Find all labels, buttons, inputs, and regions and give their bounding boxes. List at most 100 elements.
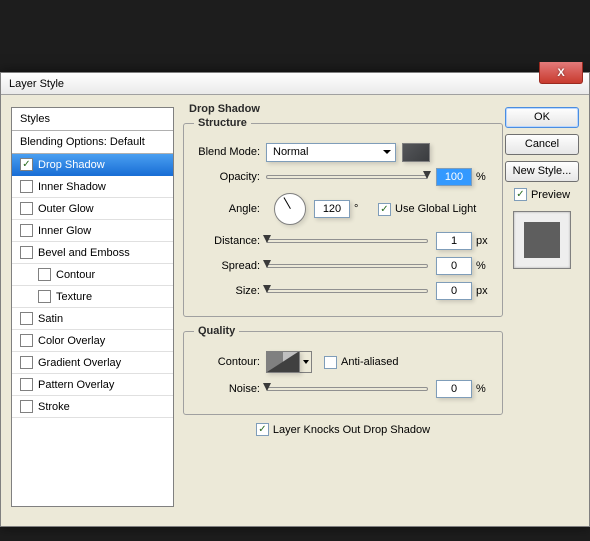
blend-mode-dropdown[interactable]: Normal — [266, 143, 396, 162]
style-item-outer-glow[interactable]: Outer Glow — [12, 198, 173, 220]
chevron-down-icon — [303, 360, 309, 364]
style-item-label: Outer Glow — [38, 203, 94, 215]
style-item-contour[interactable]: Contour — [12, 264, 173, 286]
slider-thumb-icon — [263, 383, 271, 391]
blend-mode-label: Blend Mode: — [194, 146, 266, 158]
checkbox-icon[interactable] — [20, 246, 33, 259]
noise-row: Noise: 0 % — [194, 379, 492, 399]
size-unit: px — [472, 285, 492, 297]
style-item-label: Texture — [56, 291, 92, 303]
blend-mode-row: Blend Mode: Normal — [194, 142, 492, 162]
distance-unit: px — [472, 235, 492, 247]
noise-label: Noise: — [194, 383, 266, 395]
checkbox-icon[interactable] — [20, 180, 33, 193]
use-global-light-label: Use Global Light — [395, 203, 476, 215]
style-item-bevel-and-emboss[interactable]: Bevel and Emboss — [12, 242, 173, 264]
preview-checkbox[interactable]: ✓ Preview — [505, 188, 579, 201]
style-item-satin[interactable]: Satin — [12, 308, 173, 330]
checkbox-icon[interactable] — [38, 268, 51, 281]
noise-slider[interactable] — [266, 387, 428, 391]
angle-row: Angle: 120 ° ✓ Use Global Light — [194, 192, 492, 226]
style-item-label: Gradient Overlay — [38, 357, 121, 369]
size-slider[interactable] — [266, 289, 428, 293]
opacity-unit: % — [472, 171, 492, 183]
layer-knocks-out-checkbox[interactable]: ✓ Layer Knocks Out Drop Shadow — [256, 423, 430, 436]
checkbox-icon: ✓ — [256, 423, 269, 436]
distance-input[interactable]: 1 — [436, 232, 472, 250]
slider-thumb-icon — [263, 285, 271, 293]
style-item-texture[interactable]: Texture — [12, 286, 173, 308]
contour-label: Contour: — [194, 356, 266, 368]
cancel-button[interactable]: Cancel — [505, 134, 579, 155]
size-row: Size: 0 px — [194, 281, 492, 301]
contour-dropdown-button[interactable] — [300, 351, 312, 373]
use-global-light-checkbox[interactable]: ✓ Use Global Light — [378, 203, 476, 216]
new-style-button[interactable]: New Style... — [505, 161, 579, 182]
slider-thumb-icon — [263, 260, 271, 268]
anti-aliased-checkbox[interactable]: Anti-aliased — [324, 356, 398, 369]
opacity-input[interactable]: 100 — [436, 168, 472, 186]
style-item-color-overlay[interactable]: Color Overlay — [12, 330, 173, 352]
layer-style-dialog: Layer Style X Styles Blending Options: D… — [0, 72, 590, 527]
checkbox-icon[interactable] — [20, 224, 33, 237]
style-item-pattern-overlay[interactable]: Pattern Overlay — [12, 374, 173, 396]
style-item-label: Bevel and Emboss — [38, 247, 130, 259]
checkbox-icon[interactable] — [20, 400, 33, 413]
style-item-stroke[interactable]: Stroke — [12, 396, 173, 418]
checkbox-icon[interactable] — [20, 312, 33, 325]
styles-header[interactable]: Styles — [12, 108, 173, 131]
preview-box — [513, 211, 571, 269]
panel-title: Drop Shadow — [189, 103, 503, 115]
style-item-label: Pattern Overlay — [38, 379, 114, 391]
structure-group: Structure Blend Mode: Normal Opacity: 10… — [183, 117, 503, 317]
contour-row: Contour: Anti-aliased — [194, 350, 492, 374]
close-button[interactable]: X — [539, 62, 583, 84]
spread-input[interactable]: 0 — [436, 257, 472, 275]
size-input[interactable]: 0 — [436, 282, 472, 300]
opacity-row: Opacity: 100 % — [194, 167, 492, 187]
ok-label: OK — [534, 111, 550, 123]
angle-input[interactable]: 120 — [314, 200, 350, 218]
style-item-label: Inner Shadow — [38, 181, 106, 193]
checkbox-icon: ✓ — [514, 188, 527, 201]
checkbox-icon[interactable] — [20, 202, 33, 215]
anti-aliased-label: Anti-aliased — [341, 356, 398, 368]
titlebar[interactable]: Layer Style X — [1, 73, 589, 95]
angle-label: Angle: — [194, 203, 266, 215]
opacity-slider[interactable] — [266, 175, 428, 179]
checkbox-icon: ✓ — [378, 203, 391, 216]
checkbox-icon[interactable] — [20, 356, 33, 369]
angle-unit: ° — [350, 203, 370, 215]
slider-thumb-icon — [423, 171, 431, 179]
style-item-inner-glow[interactable]: Inner Glow — [12, 220, 173, 242]
checkbox-icon[interactable] — [20, 378, 33, 391]
noise-unit: % — [472, 383, 492, 395]
chevron-down-icon — [383, 150, 391, 154]
opacity-label: Opacity: — [194, 171, 266, 183]
cancel-label: Cancel — [525, 138, 559, 150]
style-item-label: Inner Glow — [38, 225, 91, 237]
checkbox-icon — [324, 356, 337, 369]
size-label: Size: — [194, 285, 266, 297]
spread-row: Spread: 0 % — [194, 256, 492, 276]
style-item-drop-shadow[interactable]: ✓Drop Shadow — [12, 154, 173, 176]
styles-list: Styles Blending Options: Default ✓Drop S… — [11, 107, 174, 507]
checkbox-icon[interactable] — [38, 290, 51, 303]
contour-picker[interactable] — [266, 351, 300, 373]
distance-slider[interactable] — [266, 239, 428, 243]
preview-label: Preview — [531, 189, 570, 201]
preview-thumbnail — [524, 222, 560, 258]
noise-input[interactable]: 0 — [436, 380, 472, 398]
knockout-row: ✓ Layer Knocks Out Drop Shadow — [183, 423, 503, 436]
blending-options-item[interactable]: Blending Options: Default — [12, 131, 173, 154]
angle-dial[interactable] — [274, 193, 306, 225]
shadow-color-swatch[interactable] — [402, 143, 430, 162]
style-item-gradient-overlay[interactable]: Gradient Overlay — [12, 352, 173, 374]
style-item-inner-shadow[interactable]: Inner Shadow — [12, 176, 173, 198]
spread-label: Spread: — [194, 260, 266, 272]
spread-slider[interactable] — [266, 264, 428, 268]
ok-button[interactable]: OK — [505, 107, 579, 128]
angle-hand-icon — [284, 197, 291, 209]
checkbox-icon[interactable] — [20, 334, 33, 347]
checkbox-icon[interactable]: ✓ — [20, 158, 33, 171]
